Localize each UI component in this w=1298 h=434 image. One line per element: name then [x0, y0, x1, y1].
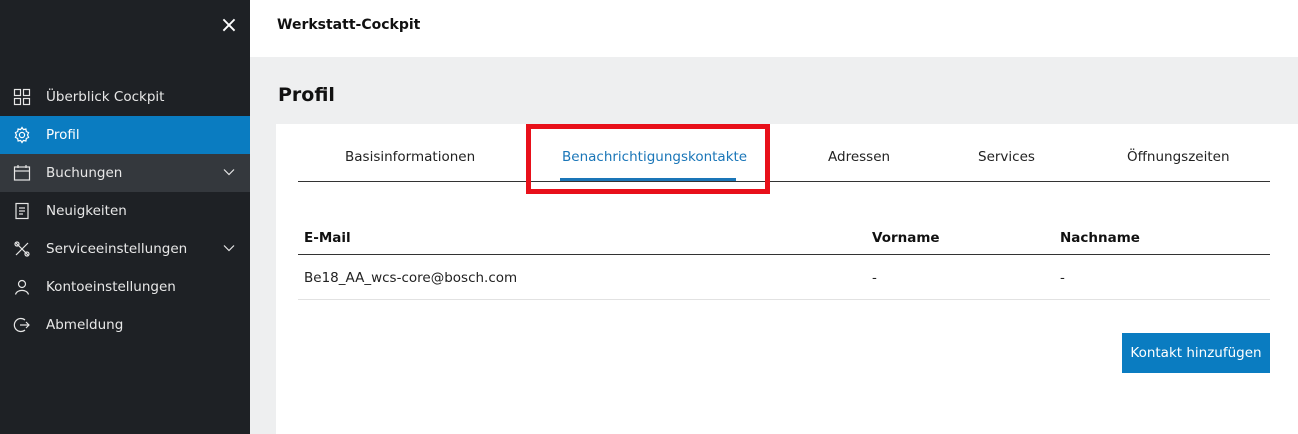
sidebar-item-label: Buchungen [46, 165, 123, 181]
document-icon [12, 201, 32, 221]
sidebar: × Überblick Cockpit Profil Buchungen Neu… [0, 0, 250, 434]
sidebar-item-buchungen[interactable]: Buchungen [0, 154, 250, 192]
top-bar: Werkstatt-Cockpit [250, 0, 1298, 57]
highlight-annotation [526, 124, 770, 194]
sidebar-item-label: Überblick Cockpit [46, 89, 165, 105]
chevron-down-icon[interactable] [222, 241, 236, 255]
user-icon [12, 277, 32, 297]
table-header-divider [298, 254, 1270, 255]
page-title: Profil [278, 84, 335, 106]
sidebar-item-ueberblick-cockpit[interactable]: Überblick Cockpit [0, 78, 250, 116]
table-cell-nachname: - [1060, 270, 1065, 286]
close-icon[interactable]: × [216, 12, 242, 38]
sidebar-item-abmeldung[interactable]: Abmeldung [0, 306, 250, 344]
tab-oeffnungszeiten[interactable]: Öffnungszeiten [1127, 149, 1230, 165]
column-header-nachname: Nachname [1060, 230, 1140, 246]
sidebar-item-label: Serviceeinstellungen [46, 241, 188, 257]
sidebar-item-label: Neuigkeiten [46, 203, 127, 219]
sidebar-item-label: Profil [46, 127, 80, 143]
table-cell-email: Be18_AA_wcs-core@bosch.com [304, 270, 518, 286]
tab-services[interactable]: Services [978, 149, 1035, 165]
calendar-icon [12, 163, 32, 183]
tab-adressen[interactable]: Adressen [828, 149, 890, 165]
sidebar-item-serviceeinstellungen[interactable]: Serviceeinstellungen [0, 230, 250, 268]
table-row-divider [298, 299, 1270, 300]
sidebar-item-neuigkeiten[interactable]: Neuigkeiten [0, 192, 250, 230]
table-cell-vorname: - [872, 270, 877, 286]
wrench-icon [12, 239, 32, 259]
sidebar-item-kontoeinstellungen[interactable]: Kontoeinstellungen [0, 268, 250, 306]
tab-basisinformationen[interactable]: Basisinformationen [345, 149, 475, 165]
grid-icon [12, 87, 32, 107]
column-header-email: E-Mail [304, 230, 351, 246]
app-title: Werkstatt-Cockpit [277, 17, 421, 33]
sidebar-nav: Überblick Cockpit Profil Buchungen Neuig… [0, 78, 250, 344]
logout-icon [12, 315, 32, 335]
column-header-vorname: Vorname [872, 230, 940, 246]
profile-tabs: Basisinformationen Benachrichtigungskont… [298, 135, 1270, 182]
add-contact-button[interactable]: Kontakt hinzufügen [1122, 333, 1270, 373]
sidebar-item-label: Abmeldung [46, 317, 124, 333]
gear-icon [12, 125, 32, 145]
sidebar-item-label: Kontoeinstellungen [46, 279, 176, 295]
sidebar-item-profil[interactable]: Profil [0, 116, 250, 154]
chevron-down-icon[interactable] [222, 165, 236, 179]
